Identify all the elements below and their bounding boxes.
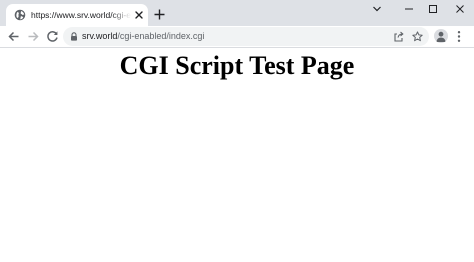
back-arrow-icon[interactable]: [7, 30, 20, 43]
globe-icon: [14, 9, 26, 21]
tab-active[interactable]: https://www.srv.world/cgi-enabled/index.…: [6, 4, 148, 26]
minimize-icon: [405, 8, 413, 10]
page-viewport: CGI Script Test Page: [0, 48, 474, 262]
forward-arrow-icon[interactable]: [27, 30, 40, 43]
tab-strip: https://www.srv.world/cgi-enabled/index.…: [0, 0, 474, 26]
reload-icon[interactable]: [46, 30, 59, 43]
browser-window: https://www.srv.world/cgi-enabled/index.…: [0, 0, 474, 262]
url-text[interactable]: srv.world/cgi-enabled/index.cgi: [82, 30, 204, 43]
new-tab-icon[interactable]: [154, 9, 165, 20]
address-bar[interactable]: srv.world/cgi-enabled/index.cgi: [63, 27, 429, 46]
avatar-icon: [436, 31, 446, 42]
maximize-icon: [429, 5, 437, 13]
toolbar: srv.world/cgi-enabled/index.cgi: [0, 26, 474, 48]
tab-title: https://www.srv.world/cgi-enabled/index.…: [31, 10, 131, 20]
profile-avatar-button[interactable]: [434, 29, 448, 43]
close-icon: [456, 5, 464, 13]
more-vert-icon[interactable]: [455, 30, 463, 43]
lock-icon[interactable]: [70, 32, 78, 41]
tab-search-button[interactable]: [363, 0, 391, 18]
bookmark-star-icon[interactable]: [412, 31, 423, 42]
url-path: /cgi-enabled/index.cgi: [117, 31, 205, 41]
share-icon[interactable]: [393, 31, 404, 42]
chevron-down-icon: [373, 6, 381, 12]
maximize-button[interactable]: [419, 0, 447, 18]
page-heading: CGI Script Test Page: [119, 51, 355, 80]
close-window-button[interactable]: [446, 0, 474, 18]
url-host: srv.world: [82, 31, 118, 41]
close-tab-icon[interactable]: [134, 10, 144, 20]
